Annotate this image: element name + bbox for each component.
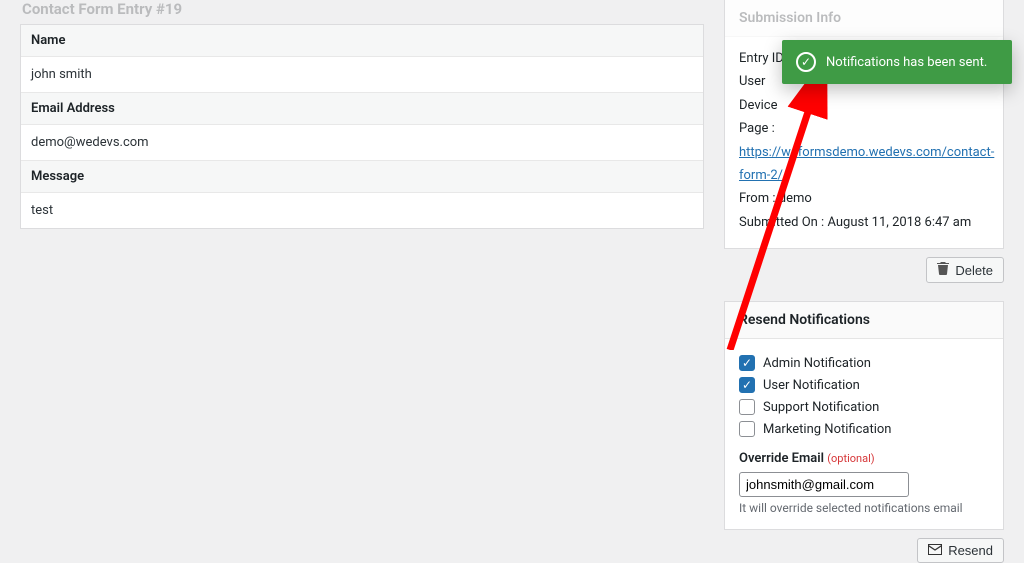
from-row: From : demo [739,187,989,210]
check-admin-notification[interactable]: Admin Notification [739,355,989,371]
trash-icon [937,262,949,278]
check-label: Admin Notification [763,356,871,371]
resend-button[interactable]: Resend [917,538,1004,563]
page-label: Page : [739,121,775,136]
delete-label: Delete [955,263,993,278]
device-label: Device [739,98,778,113]
mail-icon [928,543,942,558]
from-value: demo [779,191,812,206]
delete-button[interactable]: Delete [926,257,1004,283]
user-label: User [739,74,765,89]
page-row: Page : https://weformsdemo.wedevs.com/co… [739,117,989,187]
check-user-notification[interactable]: User Notification [739,377,989,393]
resend-notifications-panel: Resend Notifications Admin Notification … [724,301,1004,563]
override-email-label: Override Email (optional) [739,451,989,466]
override-helper: It will override selected notifications … [739,501,989,515]
resend-title: Resend Notifications [725,302,1003,339]
check-label: Marketing Notification [763,422,892,437]
resend-label: Resend [948,543,993,558]
device-row: Device [739,94,989,117]
entry-details-box: Name john smith Email Address demo@wedev… [20,24,704,229]
field-value-email: demo@wedevs.com [21,125,703,160]
check-label: User Notification [763,378,860,393]
checkbox-icon [739,399,755,415]
checkbox-icon [739,377,755,393]
field-label-email: Email Address [21,92,703,125]
success-toast: ✓ Notifications has been sent. [782,40,1012,84]
field-label-name: Name [21,25,703,57]
field-value-name: john smith [21,57,703,92]
optional-text: (optional) [827,452,874,465]
checkbox-icon [739,421,755,437]
field-label-message: Message [21,160,703,193]
from-label: From : [739,191,776,206]
checkbox-icon [739,355,755,371]
submitted-on-value: August 11, 2018 6:47 am [827,215,971,230]
submitted-on-label: Submitted On : [739,215,824,230]
check-marketing-notification[interactable]: Marketing Notification [739,421,989,437]
submission-info-title: Submission Info [725,0,1003,37]
page-link[interactable]: https://weformsdemo.wedevs.com/contact-f… [739,145,994,183]
field-value-message: test [21,193,703,228]
check-icon: ✓ [796,52,816,72]
check-support-notification[interactable]: Support Notification [739,399,989,415]
check-label: Support Notification [763,400,879,415]
override-email-input[interactable] [739,472,909,497]
toast-message: Notifications has been sent. [826,55,987,70]
submitted-on-row: Submitted On : August 11, 2018 6:47 am [739,211,989,234]
page-title: Contact Form Entry #19 [20,0,704,24]
